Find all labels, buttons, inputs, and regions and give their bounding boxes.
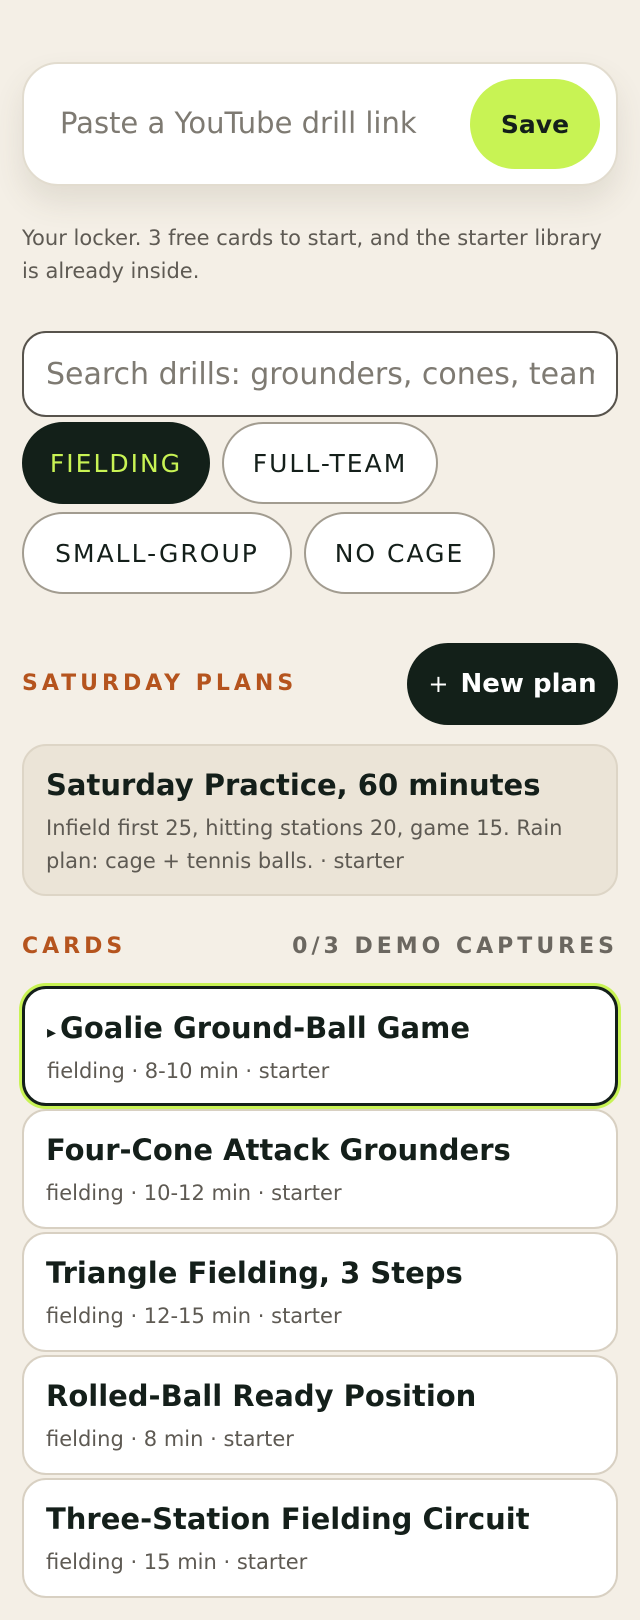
plan-card[interactable]: Saturday Practice, 60 minutes Infield fi… [22,744,618,896]
drill-card[interactable]: ▸ Goalie Ground-Ball Game fielding · 8-10… [22,986,618,1106]
new-plan-label: New plan [460,669,597,699]
drill-card-title-text: Goalie Ground-Ball Game [60,1011,471,1045]
drill-card-meta: fielding · 15 min · starter [46,1550,308,1574]
drill-card-meta: fielding · 12-15 min · starter [46,1304,342,1328]
demo-captures-count: 0/3 DEMO CAPTURES [292,934,618,959]
drill-card-meta: fielding · 8-10 min · starter [47,1059,330,1083]
locker-helper-text: Your locker. 3 free cards to start, and … [22,226,602,283]
drill-card-meta: fielding · 8 min · starter [46,1427,294,1451]
plan-title: Saturday Practice, 60 minutes [46,768,541,802]
filter-chip-no-cage[interactable]: NO CAGE [304,512,495,594]
plus-icon: + [428,670,449,698]
filter-chip-small-group[interactable]: SMALL-GROUP [22,512,292,594]
save-button[interactable]: Save [470,79,600,169]
drill-card-title: Four-Cone Attack Grounders [46,1133,511,1167]
drill-card-title: Triangle Fielding, 3 Steps [46,1256,463,1290]
drill-card[interactable]: Four-Cone Attack Grounders fielding · 10… [22,1109,618,1229]
drill-card[interactable]: Rolled-Ball Ready Position fielding · 8 … [22,1355,618,1475]
new-plan-button[interactable]: + New plan [407,643,618,725]
drill-card-title: Rolled-Ball Ready Position [46,1379,477,1413]
drill-search [22,331,618,417]
drill-card-title: ▸ Goalie Ground-Ball Game [47,1011,470,1045]
cards-heading: CARDS [22,934,127,959]
drill-link-capture: Save [22,62,618,186]
search-drills-input[interactable] [46,343,594,405]
saturday-plans-heading: SATURDAY PLANS [22,671,298,696]
drill-card-title: Three-Station Fielding Circuit [46,1502,530,1536]
youtube-link-input[interactable] [60,92,460,154]
play-triangle-icon: ▸ [47,1022,57,1043]
drill-card[interactable]: Three-Station Fielding Circuit fielding … [22,1478,618,1598]
filter-chip-full-team[interactable]: FULL-TEAM [222,422,438,504]
plan-description: Infield first 25, hitting stations 20, g… [46,816,563,873]
filter-chip-fielding[interactable]: FIELDING [22,422,210,504]
drill-card-meta: fielding · 10-12 min · starter [46,1181,342,1205]
drill-card[interactable]: Triangle Fielding, 3 Steps fielding · 12… [22,1232,618,1352]
